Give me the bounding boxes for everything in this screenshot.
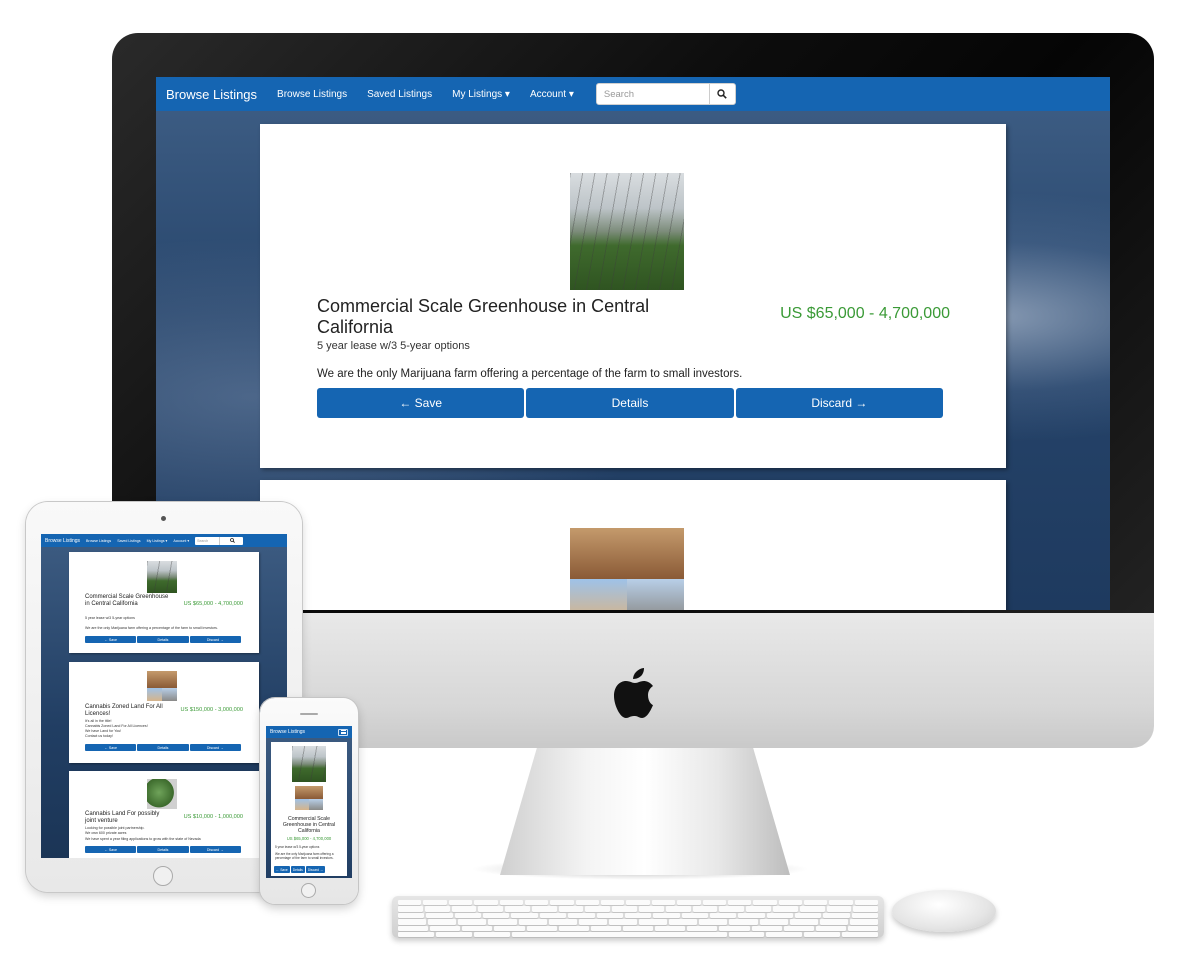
search-icon <box>229 538 235 543</box>
listing-card: Commercial Scale Greenhouse in Central C… <box>69 552 259 653</box>
listing-thumbnail[interactable] <box>292 746 326 782</box>
listing-price: US $10,000 - 1,000,000 <box>183 814 243 820</box>
listing-price: US $65,000 - 4,700,000 <box>183 601 243 607</box>
listing-actions: ← Save Details Discard → <box>85 744 241 751</box>
listing-card: Cannabis Land For possibly joint venture… <box>69 771 259 858</box>
listing-line: Contact us today! <box>85 734 113 738</box>
search-box: Search <box>195 536 244 545</box>
navbar-brand[interactable]: Browse Listings <box>270 729 305 735</box>
navbar-brand[interactable]: Browse Listings <box>45 538 80 544</box>
listing-line: Looking for possible joint partnership. <box>85 826 145 830</box>
apple-logo-icon <box>614 668 653 718</box>
save-button[interactable]: ← Save <box>85 744 137 751</box>
listing-actions: ← Save Details Discard → <box>317 388 943 418</box>
nav-dropdown-my-listings[interactable]: My Listings ▾ <box>452 89 510 100</box>
listing-line: It's all in the title! <box>85 719 112 723</box>
save-button[interactable]: ← Save <box>85 636 137 643</box>
discard-button[interactable]: Discard → <box>305 866 326 873</box>
listing-line: We have spent a year filing applications… <box>85 837 201 841</box>
navbar-brand[interactable]: Browse Listings <box>166 87 257 102</box>
phone-speaker <box>300 713 318 715</box>
search-icon <box>717 89 728 99</box>
listing-card <box>260 480 1006 610</box>
search-box: Search <box>595 83 736 105</box>
listing-subtitle: 5 year lease w/3 5-year options <box>317 340 470 352</box>
listing-actions: ← Save Details Discard → <box>85 636 241 643</box>
listing-title[interactable]: Cannabis Zoned Land For All Licences! <box>85 704 169 718</box>
phone-screen: Browse Listings Commercial Scale Greenho… <box>266 726 352 878</box>
keyboard <box>392 896 884 938</box>
save-button[interactable]: ← Save <box>85 846 137 853</box>
listing-line: Cannabis Zoned Land For All Licences! <box>85 724 148 728</box>
device-mockup-scene: Browse Listings Browse Listings Saved Li… <box>0 0 1177 960</box>
nav-link-browse-listings[interactable]: Browse Listings <box>86 539 111 543</box>
navbar: Browse Listings Browse Listings Saved Li… <box>156 77 1110 111</box>
search-input[interactable]: Search <box>195 539 219 543</box>
listing-card: Cannabis Zoned Land For All Licences! US… <box>69 662 259 763</box>
search-input[interactable]: Search <box>597 89 709 100</box>
phone-home-button <box>301 883 316 898</box>
mouse <box>892 890 996 932</box>
listing-description: We are the only Marijuana farm offering … <box>275 852 334 861</box>
listing-price: US $65,000 - 4,700,000 <box>780 305 950 322</box>
save-button[interactable]: ← Save <box>317 388 525 418</box>
nav-link-saved-listings[interactable]: Saved Listings <box>367 89 432 100</box>
details-button[interactable]: Details <box>137 744 189 751</box>
discard-button[interactable]: Discard → <box>189 744 241 751</box>
nav-link-saved-listings[interactable]: Saved Listings <box>117 539 140 543</box>
listing-line: We have Land for You! <box>85 729 122 733</box>
nav-link-browse-listings[interactable]: Browse Listings <box>277 89 347 100</box>
discard-button[interactable]: Discard → <box>189 846 241 853</box>
listing-card: Commercial Scale Greenhouse in Central C… <box>260 124 1006 468</box>
details-button[interactable]: Details <box>137 636 189 643</box>
listing-actions: ← Save Details Discard → <box>85 846 241 853</box>
listing-title[interactable]: Commercial Scale Greenhouse in Central C… <box>275 816 343 834</box>
listing-thumbnail[interactable] <box>147 779 177 809</box>
discard-button[interactable]: Discard → <box>735 388 943 418</box>
navbar: Browse Listings <box>266 726 352 738</box>
nav-dropdown-my-listings[interactable]: My Listings ▾ <box>147 539 168 543</box>
listing-title[interactable]: Cannabis Land For possibly joint venture <box>85 811 169 825</box>
listing-description: We are the only Marijuana farm offering … <box>317 368 743 380</box>
listing-thumbnail[interactable] <box>147 561 177 593</box>
listing-line: We are the only Marijuana farm offering … <box>85 626 218 630</box>
listing-thumbnail[interactable] <box>295 786 323 810</box>
navbar: Browse Listings Browse Listings Saved Li… <box>41 534 287 547</box>
hamburger-menu-icon[interactable] <box>338 728 348 736</box>
details-button[interactable]: Details <box>137 846 189 853</box>
search-button[interactable] <box>708 84 735 104</box>
listing-title[interactable]: Commercial Scale Greenhouse in Central C… <box>317 296 717 338</box>
listing-subtitle: 5 year lease w/3 5-year options <box>275 845 320 849</box>
listing-thumbnail[interactable] <box>147 671 177 701</box>
listing-price: US $65,000 - 4,700,000 <box>286 836 332 841</box>
listing-line: We own 600 private acres <box>85 831 127 835</box>
listing-title[interactable]: Commercial Scale Greenhouse in Central C… <box>85 594 169 608</box>
listing-thumbnail[interactable] <box>570 528 684 610</box>
discard-button[interactable]: Discard → <box>189 636 241 643</box>
nav-dropdown-account[interactable]: Account ▾ <box>173 539 189 543</box>
listing-price: US $150,000 - 3,000,000 <box>180 707 243 713</box>
details-button[interactable]: Details <box>290 866 305 873</box>
listing-line: 5 year lease w/3 5-year options <box>85 616 135 620</box>
listing-actions: ← Save Details Discard → <box>274 866 344 873</box>
tablet-screen: Browse Listings Browse Listings Saved Li… <box>41 534 287 858</box>
tablet-home-button <box>153 866 173 886</box>
details-button[interactable]: Details <box>526 388 734 418</box>
phone-device: Browse Listings Commercial Scale Greenho… <box>260 698 358 904</box>
save-button[interactable]: ← Save <box>274 866 290 873</box>
imac-stand <box>500 735 790 875</box>
nav-dropdown-account[interactable]: Account ▾ <box>530 89 574 100</box>
tablet-camera <box>161 516 166 521</box>
search-button[interactable] <box>218 536 244 545</box>
listing-card: Commercial Scale Greenhouse in Central C… <box>271 742 347 876</box>
listing-thumbnail[interactable] <box>570 173 684 290</box>
